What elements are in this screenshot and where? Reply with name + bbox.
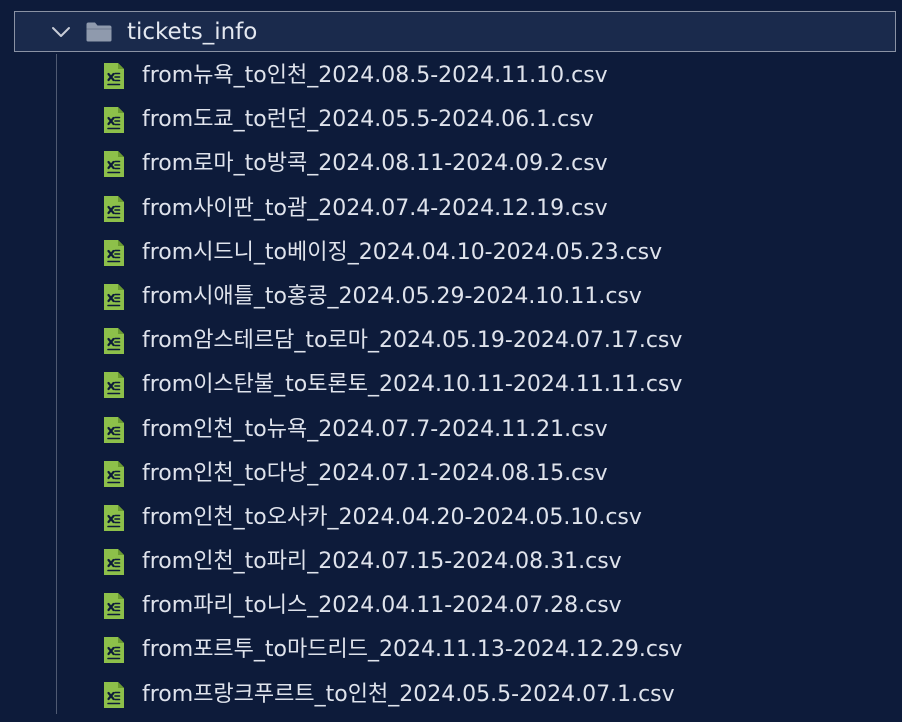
file-item-13[interactable]: from포르투_to마드리드_2024.11.13-2024.12.29.csv xyxy=(0,628,902,672)
file-item-3[interactable]: from사이판_to괌_2024.07.4-2024.12.19.csv xyxy=(0,187,902,231)
csv-file-icon xyxy=(104,107,124,134)
file-item-2[interactable]: from로마_to방콕_2024.08.11-2024.09.2.csv xyxy=(0,142,902,186)
csv-file-icon xyxy=(104,151,124,178)
csv-file-icon xyxy=(104,681,124,708)
folder-open-icon xyxy=(86,22,112,42)
file-name: from뉴욕_to인천_2024.08.5-2024.11.10.csv xyxy=(142,63,608,88)
file-name: from인천_to다낭_2024.07.1-2024.08.15.csv xyxy=(142,460,608,486)
file-item-11[interactable]: from인천_to파리_2024.07.15-2024.08.31.csv xyxy=(0,540,902,584)
csv-file-icon xyxy=(104,593,124,620)
file-item-0[interactable]: from뉴욕_to인천_2024.08.5-2024.11.10.csv xyxy=(0,54,902,98)
csv-file-icon xyxy=(104,328,124,355)
file-name: from이스탄불_to토론토_2024.10.11-2024.11.11.csv xyxy=(142,372,683,398)
folder-label: tickets_info xyxy=(127,19,258,45)
file-name: from인천_to오사카_2024.04.20-2024.05.10.csv xyxy=(142,504,642,530)
csv-file-icon xyxy=(104,416,124,443)
file-name: from파리_to니스_2024.04.11-2024.07.28.csv xyxy=(142,593,622,619)
file-name: from시드니_to베이징_2024.04.10-2024.05.23.csv xyxy=(142,239,663,265)
folder-row-tickets-info[interactable]: tickets_info xyxy=(14,11,896,52)
file-item-10[interactable]: from인천_to오사카_2024.04.20-2024.05.10.csv xyxy=(0,496,902,540)
csv-file-icon xyxy=(104,63,124,89)
file-name: from암스테르담_to로마_2024.05.19-2024.07.17.csv xyxy=(142,328,683,354)
file-item-6[interactable]: from암스테르담_to로마_2024.05.19-2024.07.17.csv xyxy=(0,319,902,363)
file-name: from사이판_to괌_2024.07.4-2024.12.19.csv xyxy=(142,195,608,221)
file-name: from프랑크푸르트_to인천_2024.05.5-2024.07.1.csv xyxy=(142,681,675,707)
file-item-1[interactable]: from도쿄_to런던_2024.05.5-2024.06.1.csv xyxy=(0,98,902,142)
file-item-4[interactable]: from시드니_to베이징_2024.04.10-2024.05.23.csv xyxy=(0,231,902,275)
csv-file-icon xyxy=(104,549,124,576)
csv-file-icon xyxy=(104,283,124,310)
file-name: from도쿄_to런던_2024.05.5-2024.06.1.csv xyxy=(142,107,594,133)
file-explorer-tree: tickets_info from뉴욕_to인천_2024.08.5-2024.… xyxy=(0,0,902,722)
file-item-7[interactable]: from이스탄불_to토론토_2024.10.11-2024.11.11.csv xyxy=(0,363,902,407)
csv-file-icon xyxy=(104,460,124,487)
file-name: from시애틀_to홍콩_2024.05.29-2024.10.11.csv xyxy=(142,283,642,309)
file-item-14[interactable]: from프랑크푸르트_to인천_2024.05.5-2024.07.1.csv xyxy=(0,673,902,717)
file-name: from인천_to파리_2024.07.15-2024.08.31.csv xyxy=(142,549,622,575)
file-item-5[interactable]: from시애틀_to홍콩_2024.05.29-2024.10.11.csv xyxy=(0,275,902,319)
file-item-9[interactable]: from인천_to다낭_2024.07.1-2024.08.15.csv xyxy=(0,452,902,496)
csv-file-icon xyxy=(104,372,124,399)
file-item-8[interactable]: from인천_to뉴욕_2024.07.7-2024.11.21.csv xyxy=(0,408,902,452)
file-name: from인천_to뉴욕_2024.07.7-2024.11.21.csv xyxy=(142,416,608,442)
csv-file-icon xyxy=(104,195,124,222)
file-list: from뉴욕_to인천_2024.08.5-2024.11.10.csv fro… xyxy=(0,54,902,717)
file-name: from로마_to방콕_2024.08.11-2024.09.2.csv xyxy=(142,151,608,177)
csv-file-icon xyxy=(104,504,124,531)
csv-file-icon xyxy=(104,637,124,664)
chevron-down-icon[interactable] xyxy=(50,23,72,41)
csv-file-icon xyxy=(104,239,124,266)
file-name: from포르투_to마드리드_2024.11.13-2024.12.29.csv xyxy=(142,637,683,663)
file-item-12[interactable]: from파리_to니스_2024.04.11-2024.07.28.csv xyxy=(0,584,902,628)
